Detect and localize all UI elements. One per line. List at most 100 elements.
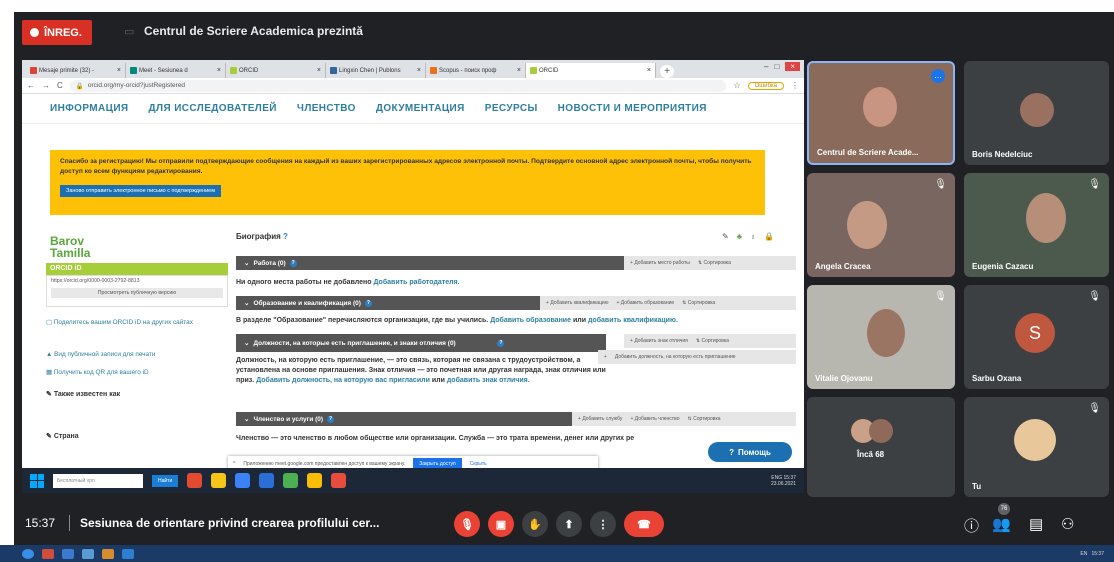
section-invited-header[interactable]: ⌄ Должности, на которые есть приглашение,… [236,334,606,352]
resend-email-button[interactable]: Заново отправить электронное письмо с по… [60,185,221,197]
close-tab-icon[interactable]: × [217,67,221,74]
visibility-trusted-icon[interactable]: ♁ [750,232,756,241]
add-membership-button[interactable]: + Добавить членство [630,416,679,422]
browser-tab[interactable]: Mesaje primite (32) - × [26,63,126,78]
country-section[interactable]: ✎ Страна [46,432,79,440]
activities-icon[interactable]: ⚇ [1061,515,1074,533]
people-icon[interactable]: 👥 [992,515,1011,533]
section-membership-header[interactable]: ⌄ Членство и услуги (0)? [236,412,572,426]
visibility-everyone-icon[interactable]: ♣ [737,232,742,241]
chat-icon[interactable]: ▤ [1029,515,1043,533]
hide-button[interactable]: Скрыть [470,461,487,467]
minimize-icon[interactable]: – [764,62,768,71]
share-orcid-link[interactable]: ▢ Поделитесь вашим ORCID iD на других са… [46,318,236,328]
visibility-private-icon[interactable]: 🔒 [764,232,774,241]
add-work-button[interactable]: + Добавить место работы [630,260,690,266]
raise-hand-button[interactable]: ✋ [522,511,548,537]
pdf-icon[interactable] [331,473,347,488]
close-tab-icon[interactable]: × [417,67,421,74]
explorer-icon[interactable] [211,473,227,488]
back-icon[interactable]: ← [27,81,35,90]
browser-tab[interactable]: Lingxin Chen | Publons × [326,63,426,78]
chrome-icon[interactable] [307,473,323,488]
star-icon[interactable]: ☆ [733,81,740,90]
app-icon[interactable] [42,548,54,559]
public-version-button[interactable]: Просмотреть публичную версию [51,288,223,298]
help-icon[interactable]: ? [497,339,505,347]
browser-tab[interactable]: Scopus - поиск проф × [426,63,526,78]
participant-tile[interactable]: S 🎙 Sarbu Oxana [964,285,1109,389]
mic-toggle-button[interactable]: 🎙 [454,511,480,537]
chevron-up-icon[interactable]: ^ [233,461,235,467]
add-education-button[interactable]: + Добавить образование [616,300,674,306]
taskbar-search-input[interactable]: Бесплатный vpn [53,473,143,488]
app-icon[interactable] [235,473,251,488]
sort-button[interactable]: ⇅ Сортировка [698,260,731,266]
add-distinction-button[interactable]: + Добавить знак отличия [630,338,688,344]
windows-start-icon[interactable] [22,548,34,559]
app-icon[interactable] [259,473,275,488]
present-button[interactable]: ⬆ [556,511,582,537]
participant-tile[interactable]: 🎙 Vitalie Ojovanu [807,285,955,389]
help-icon[interactable]: ? [289,259,297,267]
new-tab-icon[interactable]: + [660,65,674,78]
close-tab-icon[interactable]: × [317,67,321,74]
browser-tab[interactable]: ORCID × [226,63,326,78]
browser-tab-active[interactable]: ORCID × [526,63,656,78]
close-tab-icon[interactable]: × [517,67,521,74]
add-invited-position-link[interactable]: Добавить должность, на которую вас пригл… [256,377,430,384]
app-icon[interactable] [122,548,134,559]
participant-tile[interactable]: Boris Nedelciuc [964,61,1109,165]
taskbar-find-button[interactable]: Найти [152,474,179,487]
section-education-header[interactable]: ⌄ Образование и квалификация (0)? [236,296,540,310]
sort-button[interactable]: ⇅ Сортировка [696,338,729,344]
sort-button[interactable]: ⇅ Сортировка [687,416,720,422]
windows-start-icon[interactable] [30,473,44,488]
more-participants-tile[interactable]: Încă 68 [807,397,955,497]
pencil-icon[interactable]: ✎ [722,232,729,241]
chrome-icon[interactable] [187,473,203,488]
meeting-title[interactable]: Sesiunea de orientare privind crearea pr… [80,516,379,530]
camera-toggle-button[interactable]: ▣ [488,511,514,537]
forward-icon[interactable]: → [42,81,50,90]
close-window-icon[interactable]: × [785,62,800,71]
reload-icon[interactable]: C [57,81,63,90]
nav-item[interactable]: ЧЛЕНСТВО [297,103,356,114]
participant-tile[interactable]: 🎙 Eugenia Cazacu [964,173,1109,277]
help-icon[interactable]: ? [283,232,288,241]
app-icon[interactable] [62,548,74,559]
add-employer-link[interactable]: Добавить работодателя. [373,279,459,286]
add-qualification-button[interactable]: + Добавить квалификацию [546,300,608,306]
close-tab-icon[interactable]: × [117,67,121,74]
maximize-icon[interactable]: □ [774,62,779,71]
more-options-button[interactable]: ⋮ [590,511,616,537]
nav-item[interactable]: ДЛЯ ИССЛЕДОВАТЕЛЕЙ [149,103,277,114]
more-options-icon[interactable]: … [931,69,945,83]
app-icon[interactable] [82,548,94,559]
nav-item[interactable]: РЕСУРСЫ [485,103,538,114]
self-tile[interactable]: 🎙 Tu [964,397,1109,497]
also-known-as[interactable]: ✎ Также известен как [46,390,120,398]
print-view-link[interactable]: ▲ Вид публичной записи для печати [46,350,236,360]
url-field[interactable]: 🔒 orcid.org/my-orcid?justRegistered [69,79,727,92]
add-qualification-link[interactable]: добавить квалификацию. [588,317,678,324]
add-distinction-link[interactable]: добавить знак отличия. [447,377,530,384]
leave-call-button[interactable]: ☎ [624,511,664,537]
add-education-link[interactable]: Добавить образование [490,317,571,324]
nav-item[interactable]: ДОКУМЕНТАЦИЯ [376,103,465,114]
add-invited-position-button[interactable]: + Добавить должность, на которую есть пр… [598,350,796,364]
app-icon[interactable] [102,548,114,559]
help-icon[interactable]: ? [327,415,335,423]
meeting-info-icon[interactable]: ⓘ [964,515,979,536]
help-button[interactable]: ? Помощь [708,442,792,462]
qr-code-link[interactable]: ▦ Получить код QR для вашего iD [46,368,236,378]
section-work-header[interactable]: ⌄ Работа (0)? [236,256,624,270]
participant-tile[interactable]: … Centrul de Scriere Acade... [807,61,955,165]
nav-item[interactable]: НОВОСТИ И МЕРОПРИЯТИЯ [558,103,707,114]
orcid-url[interactable]: https://orcid.org/0000-0003-2792-8813 [51,278,223,284]
browser-tab[interactable]: Meet - Sesiunea d × [126,63,226,78]
help-icon[interactable]: ? [364,299,372,307]
chrome-icon[interactable] [283,473,299,488]
participant-tile[interactable]: 🎙 Angela Cracea [807,173,955,277]
sort-button[interactable]: ⇅ Сортировка [682,300,715,306]
